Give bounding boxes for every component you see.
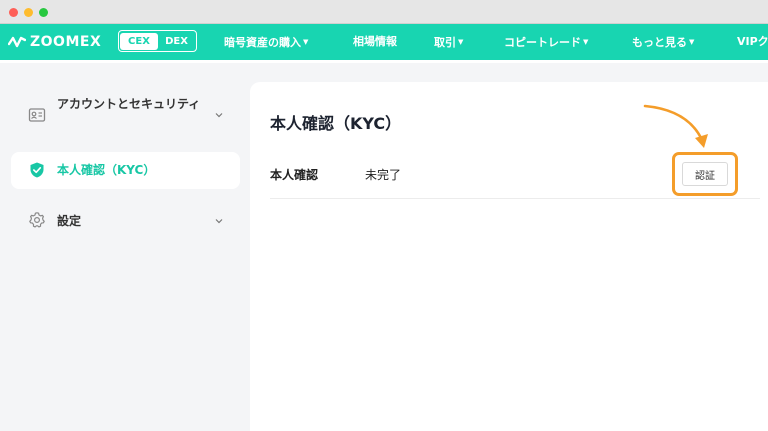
cex-dex-switch: CEX DEX [118,30,197,52]
nav-label: 相場情報 [353,35,397,48]
zoomex-logo[interactable]: ZOOMEX [8,32,101,52]
caret-down-icon: ▼ [458,38,464,46]
page-title: 本人確認（KYC） [270,114,402,133]
logo-mark-icon [8,36,26,48]
sidebar-item-account-security[interactable]: アカウントとセキュリティ [11,90,240,140]
nav-item-buy-crypto[interactable]: 暗号資産の購入 ▼ [224,34,308,51]
nav-label: もっと見る [632,36,687,49]
annotation-arrow-icon [643,104,708,148]
nav-item-more[interactable]: もっと見る ▼ [632,34,694,51]
nav-label: コピートレード [504,36,581,49]
sidebar: アカウントとセキュリティ 本人確認（KYC） 設定 [0,63,250,431]
cex-toggle[interactable]: CEX [120,32,158,50]
nav-item-copy-trade[interactable]: コピートレード ▼ [504,34,588,51]
row-divider [270,198,760,199]
window-minimize-button[interactable] [24,8,33,17]
caret-down-icon: ▼ [583,38,589,46]
chevron-down-icon [215,113,223,118]
sidebar-item-settings[interactable]: 設定 [11,206,240,236]
caret-down-icon: ▼ [303,38,309,46]
shield-check-icon [30,162,44,178]
nav-label: VIPク [737,35,768,48]
sidebar-item-kyc[interactable]: 本人確認（KYC） [11,152,240,189]
nav-item-trade[interactable]: 取引 ▼ [434,34,463,51]
nav-item-vip[interactable]: VIPク [737,34,768,50]
window-titlebar [0,0,768,24]
logo-text: ZOOMEX [30,34,102,50]
id-card-icon [28,108,46,122]
nav-label: 取引 [434,36,456,49]
kyc-status: 未完了 [365,168,402,182]
window-zoom-button[interactable] [39,8,48,17]
top-nav: ZOOMEX 暗号資産の購入 ▼ 相場情報 取引 ▼ コピートレード ▼ もっと見る ▼… [0,24,768,60]
nav-item-markets[interactable]: 相場情報 [353,34,397,50]
chevron-down-icon [215,219,223,224]
gear-icon [29,212,45,228]
caret-down-icon: ▼ [689,38,695,46]
window-close-button[interactable] [9,8,18,17]
nav-label: 暗号資産の購入 [224,36,301,49]
sidebar-item-label: 設定 [57,214,82,228]
kyc-row-label: 本人確認 [270,168,319,182]
sidebar-item-label: アカウントとセキュリティ [57,97,201,111]
verify-button[interactable]: 認証 [682,162,728,186]
dex-toggle[interactable]: DEX [158,36,195,47]
sidebar-item-label: 本人確認（KYC） [57,163,156,177]
